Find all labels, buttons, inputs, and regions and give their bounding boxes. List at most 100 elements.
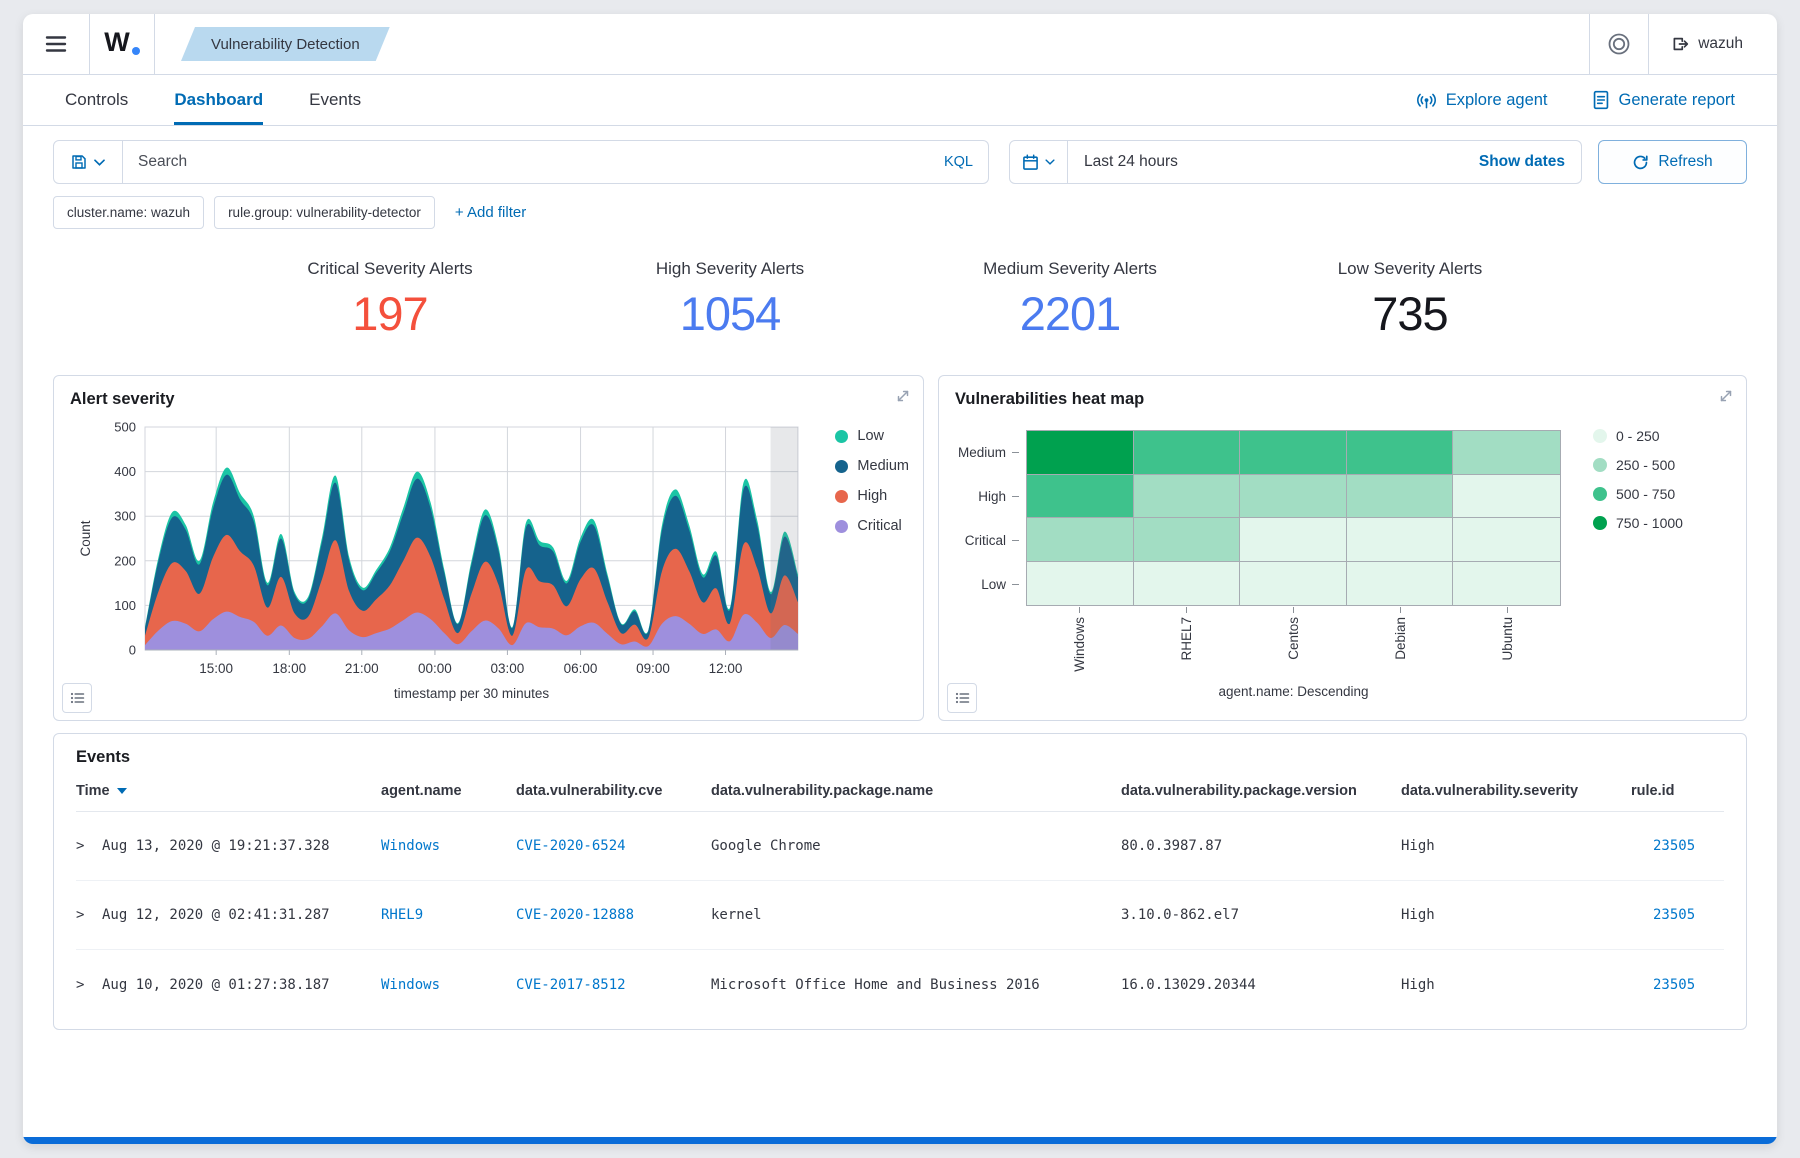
heatmap-cell[interactable] bbox=[1240, 518, 1347, 562]
heatmap-cell[interactable] bbox=[1240, 475, 1347, 519]
heatmap-cell[interactable] bbox=[1347, 518, 1454, 562]
column-header-label: rule.id bbox=[1631, 783, 1675, 799]
legend-item[interactable]: 750 - 1000 bbox=[1593, 515, 1683, 531]
filter-pill[interactable]: rule.group: vulnerability-detector bbox=[214, 196, 435, 229]
heatmap-cell[interactable] bbox=[1347, 431, 1454, 475]
heatmap-cell[interactable] bbox=[1347, 475, 1454, 519]
antenna-icon bbox=[1416, 91, 1437, 110]
table-link[interactable]: CVE-2017-8512 bbox=[516, 977, 626, 993]
legend-item[interactable]: Medium bbox=[835, 458, 909, 474]
add-filter-button[interactable]: + Add filter bbox=[455, 204, 526, 221]
quick-select-button[interactable] bbox=[1010, 141, 1068, 183]
table-link[interactable]: 23505 bbox=[1653, 977, 1695, 993]
panel-options-button[interactable] bbox=[947, 683, 977, 713]
heatmap-cell[interactable] bbox=[1134, 431, 1241, 475]
expand-row-button[interactable]: > bbox=[76, 977, 102, 993]
heatmap-cell[interactable] bbox=[1027, 562, 1134, 606]
heatmap-cell[interactable] bbox=[1453, 562, 1560, 606]
legend-item[interactable]: Low bbox=[835, 428, 909, 444]
refresh-icon bbox=[1632, 154, 1649, 171]
axis-tick bbox=[1293, 607, 1294, 613]
tab-dashboard[interactable]: Dashboard bbox=[174, 75, 263, 125]
filter-bar: cluster.name: wazuh rule.group: vulnerab… bbox=[53, 196, 1747, 229]
legend-label: 750 - 1000 bbox=[1616, 515, 1683, 531]
severity-stat: Critical Severity Alerts197 bbox=[220, 259, 560, 341]
refresh-button[interactable]: Refresh bbox=[1598, 140, 1747, 184]
cell-rule_id: 23505 bbox=[1631, 977, 1724, 993]
wazuh-logo[interactable]: W bbox=[90, 14, 154, 74]
table-link[interactable]: Windows bbox=[381, 977, 440, 993]
legend-swatch bbox=[835, 460, 848, 473]
newsfeed-button[interactable] bbox=[1590, 31, 1648, 57]
logo-dot bbox=[132, 47, 140, 55]
breadcrumb[interactable]: Vulnerability Detection bbox=[181, 27, 390, 61]
axis-tick bbox=[1012, 452, 1019, 453]
heatmap-cell[interactable] bbox=[1027, 431, 1134, 475]
column-header-field: data.vulnerability.package.name bbox=[711, 783, 1121, 799]
cell-package: kernel bbox=[711, 907, 1121, 923]
heatmap-cell[interactable] bbox=[1240, 431, 1347, 475]
heatmap-cell[interactable] bbox=[1240, 562, 1347, 606]
heatmap-cell[interactable] bbox=[1134, 518, 1241, 562]
generate-report-button[interactable]: Generate report bbox=[1592, 90, 1735, 110]
column-header-time[interactable]: Time bbox=[76, 783, 381, 799]
heatmap-cell[interactable] bbox=[1134, 475, 1241, 519]
alert-severity-chart[interactable]: 010020030040050015:0018:0021:0000:0003:0… bbox=[70, 417, 815, 702]
column-header-field: rule.id bbox=[1631, 783, 1724, 799]
table-link[interactable]: RHEL9 bbox=[381, 907, 423, 923]
events-table-header: Timeagent.namedata.vulnerability.cvedata… bbox=[76, 767, 1724, 812]
cell-agent: Windows bbox=[381, 977, 516, 993]
heatmap-row-label: High bbox=[939, 474, 1019, 518]
show-dates-button[interactable]: Show dates bbox=[1479, 153, 1565, 171]
heatmap-column-labels: WindowsRHEL7CentosDebianUbuntu bbox=[1026, 607, 1561, 672]
time-range-value[interactable]: Last 24 hours bbox=[1084, 153, 1178, 171]
heatmap-cell[interactable] bbox=[1453, 475, 1560, 519]
heatmap-cell[interactable] bbox=[1347, 562, 1454, 606]
legend-label: Critical bbox=[857, 518, 901, 534]
svg-text:00:00: 00:00 bbox=[418, 661, 452, 676]
expand-panel-button[interactable] bbox=[1718, 388, 1734, 404]
table-link[interactable]: Windows bbox=[381, 838, 440, 854]
breadcrumb-label: Vulnerability Detection bbox=[211, 36, 360, 53]
legend-item[interactable]: 250 - 500 bbox=[1593, 457, 1683, 473]
heatmap-cell[interactable] bbox=[1134, 562, 1241, 606]
table-link[interactable]: CVE-2020-6524 bbox=[516, 838, 626, 854]
expand-panel-button[interactable] bbox=[895, 388, 911, 404]
heatmap-cell[interactable] bbox=[1027, 475, 1134, 519]
svg-text:timestamp per 30 minutes: timestamp per 30 minutes bbox=[394, 686, 550, 701]
heatmap-column-label: RHEL7 bbox=[1133, 607, 1240, 672]
filter-pill[interactable]: cluster.name: wazuh bbox=[53, 196, 204, 229]
explore-agent-button[interactable]: Explore agent bbox=[1416, 91, 1548, 110]
search-input[interactable] bbox=[138, 153, 934, 171]
table-link[interactable]: CVE-2020-12888 bbox=[516, 907, 634, 923]
heatmap-cell[interactable] bbox=[1453, 431, 1560, 475]
axis-tick bbox=[1012, 584, 1019, 585]
panel-options-button[interactable] bbox=[62, 683, 92, 713]
svg-text:06:00: 06:00 bbox=[564, 661, 598, 676]
legend-item[interactable]: 0 - 250 bbox=[1593, 428, 1683, 444]
legend-label: High bbox=[857, 488, 887, 504]
tab-events[interactable]: Events bbox=[309, 75, 361, 125]
menu-button[interactable] bbox=[23, 14, 89, 74]
heatmap-row-label: Low bbox=[939, 562, 1019, 606]
axis-tick bbox=[1186, 607, 1187, 613]
heatmap-column-label: Ubuntu bbox=[1454, 607, 1561, 672]
cell-version: 3.10.0-862.el7 bbox=[1121, 907, 1401, 923]
table-link[interactable]: 23505 bbox=[1653, 838, 1695, 854]
list-icon bbox=[955, 691, 970, 705]
legend-item[interactable]: High bbox=[835, 488, 909, 504]
query-language-button[interactable]: KQL bbox=[944, 154, 973, 170]
expand-row-button[interactable]: > bbox=[76, 838, 102, 854]
heatmap-cell[interactable] bbox=[1027, 518, 1134, 562]
heatmap-cell[interactable] bbox=[1453, 518, 1560, 562]
saved-queries-button[interactable] bbox=[53, 140, 123, 184]
user-menu-button[interactable]: wazuh bbox=[1649, 35, 1777, 53]
column-label-text: Centos bbox=[1286, 617, 1301, 660]
tab-controls[interactable]: Controls bbox=[65, 75, 128, 125]
legend-item[interactable]: Critical bbox=[835, 518, 909, 534]
table-link[interactable]: 23505 bbox=[1653, 907, 1695, 923]
expand-row-button[interactable]: > bbox=[76, 907, 102, 923]
chevron-down-icon bbox=[1045, 159, 1055, 165]
cell-package: Microsoft Office Home and Business 2016 bbox=[711, 977, 1121, 993]
legend-item[interactable]: 500 - 750 bbox=[1593, 486, 1683, 502]
